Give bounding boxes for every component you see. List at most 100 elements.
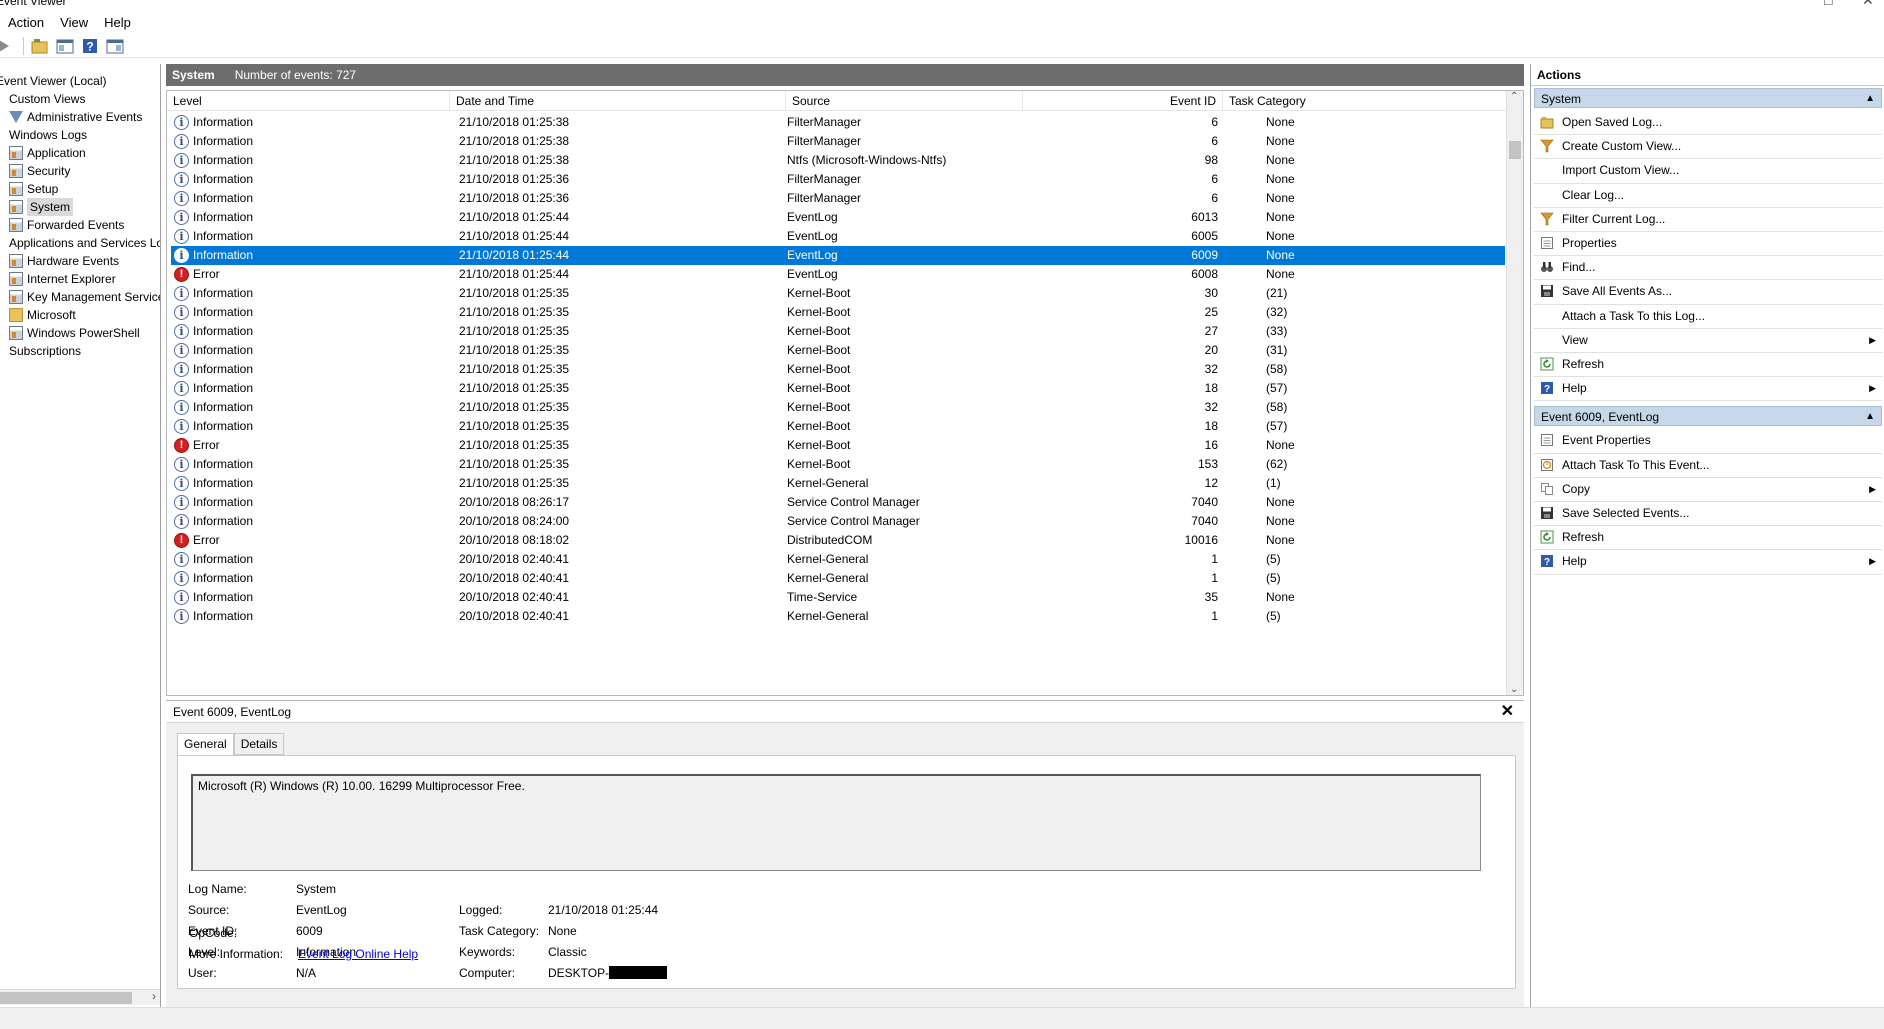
- menu-bar: Action View Help: [0, 12, 1884, 32]
- action-item[interactable]: ? Help ▶: [1534, 378, 1882, 398]
- action-item[interactable]: Attach Task To This Event...: [1534, 455, 1882, 475]
- table-row[interactable]: i Information 21/10/2018 01:25:35 Kernel-Bo…: [171, 417, 1505, 436]
- close-icon[interactable]: ✕: [1501, 702, 1514, 722]
- tree-item[interactable]: Event Viewer (Local): [0, 72, 107, 90]
- action-item[interactable]: Find...: [1534, 257, 1882, 277]
- table-row[interactable]: i Information 21/10/2018 01:25:44 EventLog 6…: [171, 227, 1505, 246]
- menu-help[interactable]: Help: [96, 15, 139, 30]
- tree-item[interactable]: Custom Views: [9, 90, 85, 108]
- action-item[interactable]: Save All Events As...: [1534, 281, 1882, 301]
- table-row[interactable]: ! Error 21/10/2018 01:25:35 Kernel-Boot 16 No…: [171, 436, 1505, 455]
- action-item[interactable]: Refresh: [1534, 527, 1882, 547]
- menu-view[interactable]: View: [52, 15, 96, 30]
- tree-item[interactable]: Application: [9, 144, 86, 162]
- actions-section-header[interactable]: System ▲: [1534, 88, 1882, 108]
- tree-item[interactable]: Microsoft: [9, 306, 76, 324]
- information-icon: i: [174, 419, 189, 434]
- help-icon[interactable]: ?: [80, 36, 100, 56]
- cell-event-id: 25: [1204, 305, 1218, 319]
- tree-item[interactable]: Hardware Events: [9, 252, 119, 270]
- tree-item[interactable]: Key Management Service: [9, 288, 160, 306]
- tab-general[interactable]: General: [177, 733, 234, 756]
- close-window-icon[interactable]: ✕: [1862, 0, 1874, 8]
- table-row[interactable]: i Information 20/10/2018 08:24:00 Service C…: [171, 512, 1505, 531]
- table-row[interactable]: i Information 21/10/2018 01:25:36 FilterMan…: [171, 189, 1505, 208]
- table-row[interactable]: i Information 21/10/2018 01:25:35 Kernel-Bo…: [171, 303, 1505, 322]
- table-row[interactable]: i Information 20/10/2018 02:40:41 Kernel-Ge…: [171, 569, 1505, 588]
- column-header-task-category[interactable]: Task Category: [1223, 91, 1507, 111]
- table-row[interactable]: i Information 21/10/2018 01:25:36 FilterMan…: [171, 170, 1505, 189]
- event-log-online-help-link[interactable]: Event Log Online Help: [298, 947, 418, 961]
- tree-item[interactable]: Subscriptions: [9, 342, 81, 360]
- table-row[interactable]: i Information 21/10/2018 01:25:38 Ntfs (Mic…: [171, 151, 1505, 170]
- table-row[interactable]: i Information 21/10/2018 01:25:44 EventLog 6…: [171, 246, 1505, 265]
- column-header-level[interactable]: Level: [167, 91, 450, 111]
- tree-item[interactable]: System: [9, 198, 74, 216]
- cell-event-id: 7040: [1191, 514, 1218, 528]
- tree-item[interactable]: Windows Logs: [9, 126, 87, 144]
- column-header-date[interactable]: Date and Time: [450, 91, 786, 111]
- action-item[interactable]: Event Properties: [1534, 430, 1882, 450]
- table-row[interactable]: i Information 20/10/2018 02:40:41 Kernel-Ge…: [171, 607, 1505, 626]
- table-row[interactable]: ! Error 20/10/2018 08:18:02 DistributedCOM 1…: [171, 531, 1505, 550]
- scroll-thumb[interactable]: [1509, 141, 1521, 159]
- table-row[interactable]: i Information 21/10/2018 01:25:35 Kernel-Bo…: [171, 284, 1505, 303]
- column-header-source[interactable]: Source: [786, 91, 1023, 111]
- tree-item-label: System: [27, 198, 74, 216]
- column-header-event-id[interactable]: Event ID: [1023, 91, 1223, 111]
- actions-section-header[interactable]: Event 6009, EventLog ▲: [1534, 406, 1882, 427]
- tab-details[interactable]: Details: [233, 733, 285, 755]
- action-item[interactable]: Properties: [1534, 233, 1882, 253]
- tree-item[interactable]: Security: [9, 162, 70, 180]
- table-row[interactable]: i Information 21/10/2018 01:25:35 Kernel-Bo…: [171, 455, 1505, 474]
- tree-item[interactable]: Applications and Services Lo: [9, 234, 160, 252]
- menu-action[interactable]: Action: [0, 15, 52, 30]
- tree-item[interactable]: Administrative Events: [9, 108, 142, 126]
- table-row[interactable]: i Information 20/10/2018 02:40:41 Time-Serv…: [171, 588, 1505, 607]
- table-row[interactable]: i Information 21/10/2018 01:25:35 Kernel-Bo…: [171, 398, 1505, 417]
- cell-event-id: 153: [1197, 457, 1218, 471]
- tree-item[interactable]: Setup: [9, 180, 58, 198]
- table-row[interactable]: i Information 20/10/2018 02:40:41 Kernel-Ge…: [171, 550, 1505, 569]
- table-row[interactable]: i Information 21/10/2018 01:25:35 Kernel-Bo…: [171, 360, 1505, 379]
- restore-icon[interactable]: □: [1824, 0, 1832, 8]
- grid-scrollbar[interactable]: ⌃ ⌄: [1506, 91, 1523, 695]
- information-icon: i: [174, 229, 189, 244]
- table-row[interactable]: i Information 21/10/2018 01:25:35 Kernel-Bo…: [171, 379, 1505, 398]
- action-item[interactable]: View ▶: [1534, 330, 1882, 350]
- tree-item[interactable]: Internet Explorer: [9, 270, 116, 288]
- action-item[interactable]: Refresh: [1534, 354, 1882, 374]
- scroll-right-icon[interactable]: ›: [152, 989, 156, 1003]
- action-item[interactable]: Open Saved Log...: [1534, 112, 1882, 132]
- table-row[interactable]: i Information 21/10/2018 01:25:35 Kernel-Bo…: [171, 322, 1505, 341]
- table-row[interactable]: i Information 21/10/2018 01:25:44 EventLog 6…: [171, 208, 1505, 227]
- scroll-down-icon[interactable]: ⌄: [1510, 684, 1518, 695]
- forward-icon[interactable]: [0, 36, 14, 56]
- table-row[interactable]: i Information 21/10/2018 01:25:38 FilterMan…: [171, 132, 1505, 151]
- table-row[interactable]: i Information 21/10/2018 01:25:38 FilterMan…: [171, 113, 1505, 132]
- action-item[interactable]: Filter Current Log...: [1534, 209, 1882, 229]
- action-item[interactable]: ? Help ▶: [1534, 551, 1882, 571]
- tree-item[interactable]: Windows PowerShell: [9, 324, 140, 342]
- action-item[interactable]: Save Selected Events...: [1534, 503, 1882, 523]
- collapse-icon[interactable]: ▲: [1865, 407, 1875, 427]
- table-row[interactable]: ! Error 21/10/2018 01:25:44 EventLog 6008 Non…: [171, 265, 1505, 284]
- action-item[interactable]: Import Custom View...: [1534, 160, 1882, 180]
- collapse-icon[interactable]: ▲: [1865, 89, 1875, 109]
- action-item[interactable]: Create Custom View...: [1534, 136, 1882, 156]
- funnel-icon: [1540, 139, 1554, 153]
- action-item[interactable]: Attach a Task To this Log...: [1534, 306, 1882, 326]
- table-row[interactable]: i Information 21/10/2018 01:25:35 Kernel-Bo…: [171, 341, 1505, 360]
- open-log-icon[interactable]: [30, 36, 50, 56]
- table-row[interactable]: i Information 21/10/2018 01:25:35 Kernel-Ge…: [171, 474, 1505, 493]
- action-item[interactable]: Clear Log...: [1534, 185, 1882, 205]
- action-item[interactable]: Copy ▶: [1534, 479, 1882, 499]
- event-description[interactable]: Microsoft (R) Windows (R) 10.00. 16299 M…: [191, 774, 1481, 871]
- scroll-up-icon[interactable]: ⌃: [1510, 91, 1518, 102]
- show-hide-tree-icon[interactable]: [55, 36, 75, 56]
- show-hide-action-pane-icon[interactable]: [105, 36, 125, 56]
- tree-scroll-thumb[interactable]: [0, 992, 132, 1004]
- table-row[interactable]: i Information 20/10/2018 08:26:17 Service C…: [171, 493, 1505, 512]
- tree-scrollbar[interactable]: ›: [0, 989, 160, 1005]
- tree-item[interactable]: Forwarded Events: [9, 216, 124, 234]
